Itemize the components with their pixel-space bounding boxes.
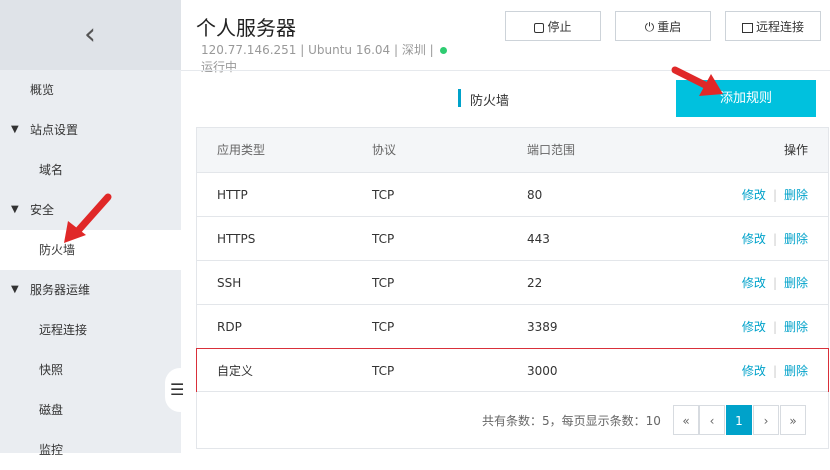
stop-button-label: 停止 [547,20,572,34]
cell-type: RDP [217,320,242,334]
sidebar-item-label: 安全 [30,203,55,217]
sidebar-item-label: 磁盘 [39,403,64,417]
cell-port: 80 [527,188,543,202]
caret-down-icon: ▼ [11,284,19,295]
tab-firewall[interactable]: 防火墙 [470,90,509,109]
cell-type: HTTPS [217,232,256,246]
remote-connect-button[interactable]: 远程连接 [725,11,821,41]
action-separator: | [772,364,777,378]
cell-type: SSH [217,276,242,290]
stop-button[interactable]: 停止 [505,11,601,41]
power-icon: ⏻ [644,20,655,34]
edit-link[interactable]: 修改 [742,320,766,334]
header-divider [181,70,830,71]
server-status: 运行中 [201,60,238,74]
table-row-highlighted: 自定义 TCP 3000 修改 | 删除 [196,348,829,392]
column-header-protocol: 协议 [372,143,397,157]
cell-protocol: TCP [372,188,395,202]
row-actions: 修改 | 删除 [742,305,808,349]
delete-link[interactable]: 删除 [784,188,808,202]
next-page-button[interactable]: › [753,405,779,435]
tab-indicator [458,89,461,107]
server-meta: 120.77.146.251 | Ubuntu 16.04 | 深圳 | [201,41,447,58]
caret-down-icon: ▼ [11,124,19,135]
edit-link[interactable]: 修改 [742,364,766,378]
monitor-icon [741,22,753,33]
last-page-button[interactable]: » [780,405,806,435]
row-actions: 修改 | 删除 [742,261,808,305]
sidebar-item-snapshot[interactable]: 快照 [0,350,181,390]
remote-connect-button-label: 远程连接 [755,20,804,34]
row-actions: 修改 | 删除 [742,349,808,393]
sidebar-item-label: 站点设置 [30,123,79,137]
delete-link[interactable]: 删除 [784,232,808,246]
server-meta-text: 120.77.146.251 | Ubuntu 16.04 | 深圳 | [201,43,434,57]
restart-button-label: 重启 [657,20,682,34]
table-row: HTTPS TCP 443 修改 | 删除 [197,216,828,260]
edit-link[interactable]: 修改 [742,276,766,290]
row-actions: 修改 | 删除 [742,173,808,217]
column-header-port: 端口范围 [527,143,576,157]
action-separator: | [772,232,777,246]
cell-protocol: TCP [372,232,395,246]
sidebar-item-domain[interactable]: 域名 [0,150,181,190]
cell-port: 3389 [527,320,558,334]
delete-link[interactable]: 删除 [784,364,808,378]
main-panel: 个人服务器 120.77.146.251 | Ubuntu 16.04 | 深圳… [181,0,830,453]
edit-link[interactable]: 修改 [742,188,766,202]
caret-down-icon: ▼ [11,204,19,215]
back-button[interactable]: ‹ [0,0,181,70]
pagination-bar: 共有条数：5，每页显示条数：10 « ‹ 1 › » [197,391,828,449]
firewall-rules-table: 应用类型 协议 端口范围 操作 HTTP TCP 80 修改 | 删除 HTTPS … [196,127,829,449]
page-title: 个人服务器 [196,16,296,40]
stop-icon [534,22,545,33]
action-separator: | [772,320,777,334]
table-row: SSH TCP 22 修改 | 删除 [197,260,828,304]
cell-type: HTTP [217,188,248,202]
row-actions: 修改 | 删除 [742,217,808,261]
table-row: HTTP TCP 80 修改 | 删除 [197,172,828,216]
cell-protocol: TCP [372,364,395,378]
cell-type: 自定义 [217,364,254,378]
column-header-ops: 操作 [783,143,808,157]
action-separator: | [772,276,777,290]
edit-link[interactable]: 修改 [742,232,766,246]
pagination-summary: 共有条数：5，每页显示条数：10 [482,414,661,428]
first-page-button[interactable]: « [673,405,699,435]
annotation-arrow-icon [671,66,723,96]
sidebar-item-monitor[interactable]: 监控 [0,430,181,470]
status-dot-icon [439,47,447,54]
page-1-button[interactable]: 1 [726,405,752,435]
sidebar-item-label: 监控 [39,443,64,457]
cell-protocol: TCP [372,320,395,334]
prev-page-button[interactable]: ‹ [699,405,725,435]
sidebar-item-remote-connect[interactable]: 远程连接 [0,310,181,350]
sidebar-item-label: 概览 [30,83,55,97]
sidebar-item-label: 服务器运维 [30,283,91,297]
table-header: 应用类型 协议 端口范围 操作 [197,128,828,172]
annotation-arrow-icon [64,193,112,243]
sidebar-group-site-settings[interactable]: ▼ 站点设置 [0,110,181,150]
sidebar-item-overview[interactable]: 概览 [0,70,181,110]
sidebar-item-label: 域名 [39,163,64,177]
column-header-type: 应用类型 [217,143,266,157]
sidebar-item-label: 远程连接 [39,323,88,337]
table-row: RDP TCP 3389 修改 | 删除 [197,304,828,348]
sidebar-item-label: 快照 [39,363,64,377]
cell-port: 22 [527,276,543,290]
cell-protocol: TCP [372,276,395,290]
cell-port: 443 [527,232,550,246]
sidebar-group-server-ops[interactable]: ▼ 服务器运维 [0,270,181,310]
delete-link[interactable]: 删除 [784,320,808,334]
restart-button[interactable]: ⏻ 重启 [615,11,711,41]
delete-link[interactable]: 删除 [784,276,808,290]
chevron-left-icon: ‹ [84,17,96,52]
cell-port: 3000 [527,364,558,378]
action-separator: | [772,188,777,202]
sidebar-item-disk[interactable]: 磁盘 [0,390,181,430]
